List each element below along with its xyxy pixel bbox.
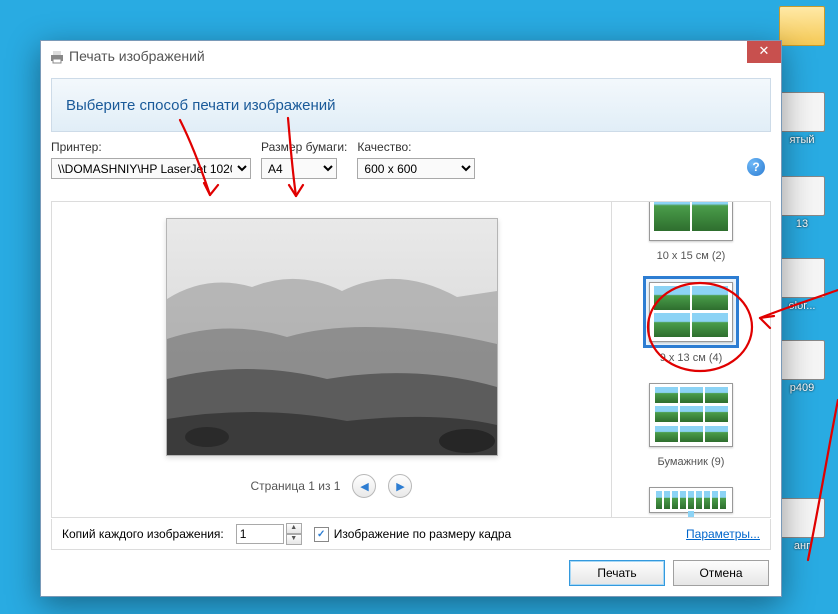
next-page-button[interactable]: ▶ — [388, 474, 412, 498]
preview-pane: Страница 1 из 1 ◀ ▶ — [52, 202, 611, 517]
window-title: Печать изображений — [69, 48, 205, 64]
file-icon — [779, 498, 825, 538]
cancel-button[interactable]: Отмена — [673, 560, 769, 586]
pager-text: Страница 1 из 1 — [251, 479, 341, 493]
close-button[interactable]: ✕ — [747, 41, 781, 63]
layout-option-10x15-2[interactable]: 10 x 15 см (2) — [612, 202, 770, 262]
layout-option-9x13-4[interactable]: 9 x 13 см (4) — [612, 276, 770, 364]
prev-page-button[interactable]: ◀ — [352, 474, 376, 498]
layout-option-wallet-9[interactable]: Бумажник (9) — [612, 378, 770, 468]
help-button[interactable]: ? — [747, 158, 765, 176]
folder-icon — [779, 6, 825, 46]
fit-frame-label: Изображение по размеру кадра — [334, 527, 511, 541]
file-icon — [779, 92, 825, 132]
layout-option-contact[interactable] — [612, 482, 770, 517]
preview-image — [167, 219, 497, 455]
printer-label: Принтер: — [51, 140, 251, 154]
parameters-link[interactable]: Параметры... — [686, 527, 760, 541]
copies-spin-down[interactable]: ▼ — [286, 534, 302, 545]
layout-label: 9 x 13 см (4) — [612, 352, 770, 364]
copies-input[interactable] — [236, 524, 284, 544]
instruction-banner: Выберите способ печати изображений — [51, 78, 771, 132]
print-button[interactable]: Печать — [569, 560, 665, 586]
paper-size-label: Размер бумаги: — [261, 140, 347, 154]
printer-select[interactable]: \\DOMASHNIY\HP LaserJet 1020 — [51, 158, 251, 179]
file-icon — [779, 176, 825, 216]
file-icon — [779, 258, 825, 298]
print-pictures-dialog: Печать изображений ✕ Выберите способ печ… — [40, 40, 782, 597]
file-icon — [779, 340, 825, 380]
quality-label: Качество: — [357, 140, 475, 154]
copies-spin-up[interactable]: ▲ — [286, 523, 302, 534]
layout-list[interactable]: 10 x 15 см (2) 9 x 13 см (4) Бумажник (9) — [611, 202, 770, 517]
printer-icon — [49, 49, 65, 65]
paper-size-select[interactable]: A4 — [261, 158, 337, 179]
preview-page — [166, 218, 498, 456]
titlebar: Печать изображений ✕ — [41, 41, 781, 74]
quality-select[interactable]: 600 x 600 — [357, 158, 475, 179]
layout-label: 10 x 15 см (2) — [612, 250, 770, 262]
fit-frame-checkbox[interactable]: ✓ — [314, 527, 329, 542]
layout-label: Бумажник (9) — [612, 456, 770, 468]
instruction-text: Выберите способ печати изображений — [66, 97, 336, 114]
copies-label: Копий каждого изображения: — [62, 527, 224, 541]
